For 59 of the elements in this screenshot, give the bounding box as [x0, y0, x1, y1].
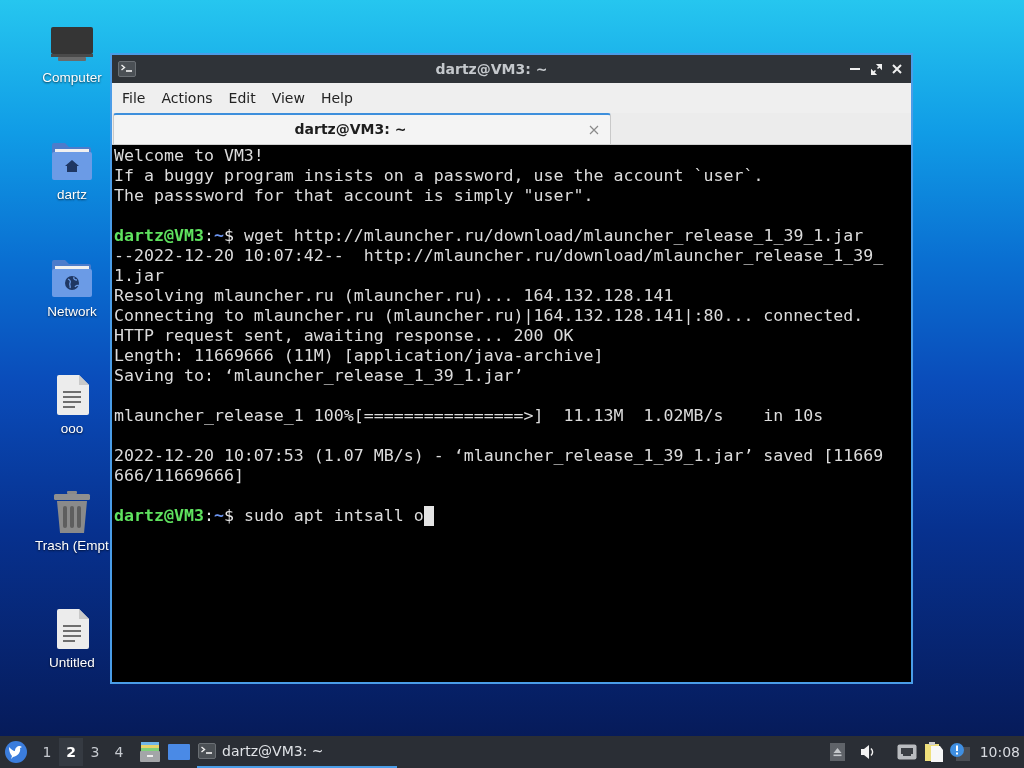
terminal-output-line: If a buggy program insists on a password, use the account `user`.	[114, 166, 764, 186]
terminal-output-line: Length: 11669666 (11M) [application/java-archive]	[114, 346, 604, 366]
workspace-button[interactable]: 2	[59, 738, 83, 766]
file-manager-button[interactable]	[139, 740, 161, 764]
terminal-output-line: The passsword for that account is simply "user".	[114, 186, 594, 206]
workspace-button[interactable]: 1	[35, 738, 59, 766]
menu-item[interactable]: Help	[312, 85, 361, 111]
taskbar-window-button[interactable]: dartz@VM3: ~	[197, 736, 397, 768]
desktop-icon-label[interactable]: Trash (Empt	[35, 537, 109, 554]
eject-icon[interactable]	[829, 743, 845, 761]
blank-screen-icon	[168, 744, 190, 760]
window-title: dartz@VM3: ~	[435, 59, 548, 79]
close-icon	[892, 64, 902, 74]
workspace-button[interactable]: 3	[83, 738, 107, 766]
home-folder-icon	[51, 142, 93, 180]
workspace-button[interactable]: 4	[107, 738, 131, 766]
maximize-button[interactable]	[868, 61, 884, 77]
terminal-command: wget http://mlauncher.ru/download/mlauncher_release_1_39_1.jar	[243, 226, 864, 246]
notes-icon[interactable]	[923, 742, 944, 762]
start-menu-button[interactable]	[5, 741, 27, 763]
terminal-output-line: Welcome to VM3!	[114, 146, 264, 166]
close-icon	[589, 124, 599, 135]
desktop-icon-label[interactable]: ooo	[60, 420, 84, 437]
terminal-output-line: Saving to: ‘mlauncher_release_1_39_1.jar’	[114, 366, 524, 386]
menu-item[interactable]: File	[114, 85, 154, 111]
shell-prompt: dartz@VM3:~$	[114, 506, 234, 526]
terminal-output-line: mlauncher_release_1 100%[================>] 11.13M 1.02MB/s in 10s	[114, 406, 824, 426]
speaker-icon[interactable]	[859, 744, 876, 760]
maximize-icon	[870, 63, 882, 75]
file-cabinet-icon	[140, 742, 160, 762]
monitor-icon	[50, 27, 94, 61]
terminal-output-line: 1.jar	[114, 266, 164, 286]
terminal-command: sudo apt intsall o	[243, 506, 424, 526]
bird-logo-icon	[5, 741, 27, 763]
globe-folder-icon	[51, 259, 93, 297]
document-icon	[55, 609, 89, 649]
terminal-output-line: --2022-12-20 10:07:42-- http://mlauncher.ru/download/mlauncher_release_1_39_	[114, 246, 884, 266]
document-icon	[55, 375, 89, 415]
terminal-output-line: 666/11669666]	[114, 466, 244, 486]
terminal-tab[interactable]: dartz@VM3: ~	[113, 113, 611, 144]
terminal-panel[interactable]	[112, 145, 911, 682]
desktop-icon-label[interactable]: dartz	[57, 186, 87, 203]
terminal-icon	[198, 743, 216, 759]
shell-prompt: dartz@VM3:~$	[114, 226, 234, 246]
minimize-icon	[850, 68, 860, 70]
menu-item[interactable]: Edit	[220, 85, 264, 111]
terminal-output-line: HTTP request sent, awaiting response... 200 OK	[114, 326, 574, 346]
terminal-output-line: 2022-12-20 10:07:53 (1.07 MB/s) - ‘mlauncher_release_1_39_1.jar’ saved [11669	[114, 446, 884, 466]
desktop-icon-label[interactable]: Network	[47, 303, 97, 320]
terminal-output-line: Resolving mlauncher.ru (mlauncher.ru)... 164.132.128.141	[114, 286, 674, 306]
terminal-icon	[118, 61, 136, 77]
notification-icon[interactable]	[949, 743, 970, 761]
ethernet-port-icon[interactable]	[896, 744, 917, 760]
terminal-output-line: Connecting to mlauncher.ru (mlauncher.ru)|164.132.128.141|:80... connected.	[114, 306, 864, 326]
trash-can-icon	[53, 491, 91, 533]
menu-item[interactable]: Actions	[153, 85, 221, 111]
menu-item[interactable]: View	[263, 85, 313, 111]
clock[interactable]: 10:08	[979, 741, 1020, 763]
desktop-icon-label[interactable]: Untitled	[49, 654, 95, 671]
